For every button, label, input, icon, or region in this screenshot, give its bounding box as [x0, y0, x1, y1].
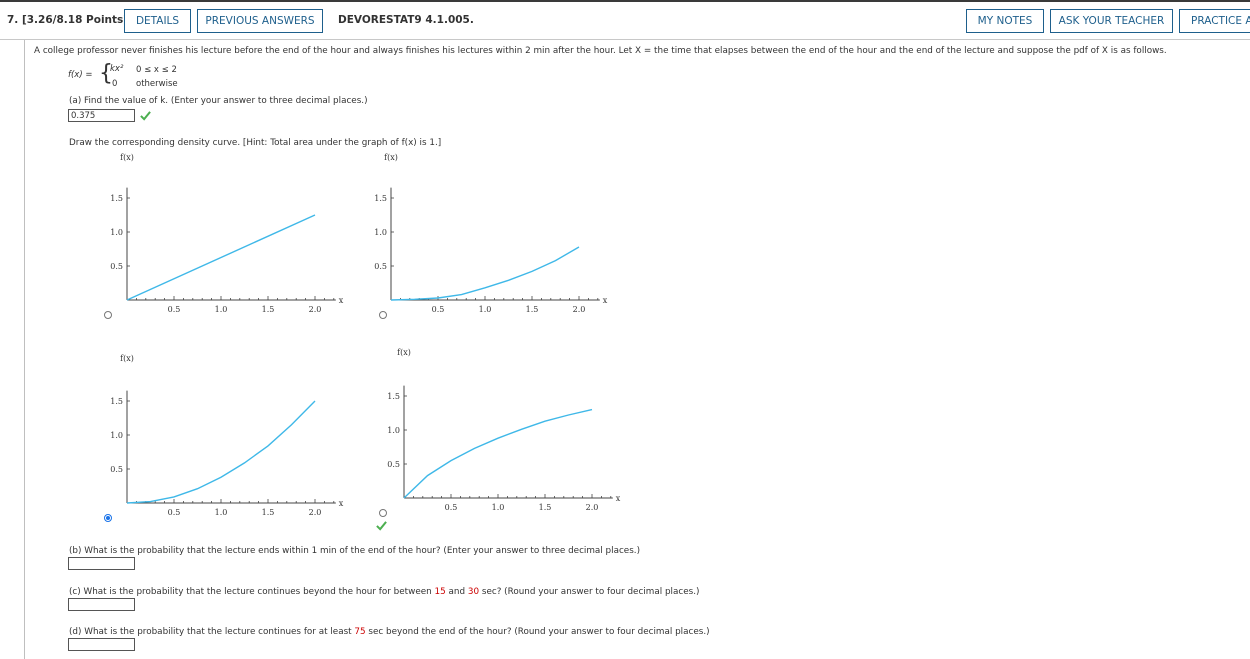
- y-tick-label: 1.0: [387, 426, 400, 435]
- x-tick-label: 0.5: [445, 503, 458, 512]
- x-tick-label: 1.0: [215, 508, 228, 517]
- question-header: 7. [3.26/8.18 Points] DETAILS PREVIOUS A…: [0, 2, 1250, 40]
- problem-code: DEVORESTAT9 4.1.005.: [338, 14, 474, 26]
- case1-expression: kx²: [110, 64, 124, 74]
- part-b-question: (b) What is the probability that the lec…: [69, 546, 641, 556]
- x-axis-label: x: [616, 494, 621, 503]
- density-graph-option-4: 0.5 1.0 1.5 2.0 0.5 1.0 1.5 x f(x): [387, 348, 621, 512]
- y-axis-label: f(x): [397, 348, 411, 357]
- part-d-text-post: sec beyond the end of the hour? (Round y…: [365, 627, 710, 637]
- left-rule: [24, 40, 25, 659]
- x-tick-label: 2.0: [309, 508, 322, 517]
- y-tick-label: 0.5: [110, 262, 123, 271]
- correct-check-icon: [140, 111, 151, 121]
- part-a-answer-input[interactable]: 0.375: [68, 109, 135, 122]
- density-graph-option-1: 0.5 1.0 1.5 2.0 0.5 1.0 1.5 x f(x): [110, 153, 344, 314]
- part-a-question: (a) Find the value of k. (Enter your ans…: [69, 96, 368, 106]
- x-tick-label: 1.5: [526, 305, 539, 314]
- part-d-value-75: 75: [354, 627, 366, 637]
- practice-button[interactable]: PRACTICE A: [1179, 9, 1250, 33]
- x-tick-label: 1.5: [262, 508, 275, 517]
- part-c-text-post: sec? (Round your answer to four decimal …: [479, 587, 700, 597]
- x-tick-label: 0.5: [432, 305, 445, 314]
- y-axis-label: f(x): [384, 153, 398, 162]
- part-d-answer-input[interactable]: [68, 638, 135, 651]
- y-axis-label: f(x): [120, 354, 134, 363]
- y-tick-label: 0.5: [110, 465, 123, 474]
- ask-teacher-button[interactable]: ASK YOUR TEACHER: [1050, 9, 1173, 33]
- part-c-value-30: 30: [467, 587, 480, 597]
- x-axis-label: x: [603, 296, 608, 305]
- pdf-label: f(x) =: [68, 70, 93, 80]
- density-curve: [126, 400, 316, 504]
- details-button[interactable]: DETAILS: [124, 9, 191, 33]
- case2-condition: otherwise: [136, 79, 178, 89]
- density-curve: [126, 214, 316, 301]
- x-tick-label: 0.5: [168, 305, 181, 314]
- part-b-answer-input[interactable]: [68, 557, 135, 570]
- x-tick-label: 1.5: [262, 305, 275, 314]
- x-tick-label: 0.5: [168, 508, 181, 517]
- y-tick-label: 1.0: [110, 228, 123, 237]
- graph-correct-check-icon: [376, 521, 387, 531]
- part-c-value-15: 15: [434, 587, 446, 597]
- part-c-text-pre: (c) What is the probability that the lec…: [69, 587, 435, 597]
- density-graph-option-2: 0.5 1.0 1.5 2.0 0.5 1.0 1.5 x f(x): [374, 153, 608, 314]
- y-tick-label: 1.0: [374, 228, 387, 237]
- part-d-question: (d) What is the probability that the lec…: [69, 627, 710, 637]
- y-tick-label: 1.5: [387, 392, 400, 401]
- x-tick-label: 2.0: [309, 305, 322, 314]
- x-tick-label: 2.0: [573, 305, 586, 314]
- x-tick-label: 2.0: [586, 503, 599, 512]
- part-c-answer-input[interactable]: [68, 598, 135, 611]
- graph-option-2-radio[interactable]: [379, 311, 387, 319]
- density-graph-option-3: 0.5 1.0 1.5 2.0 0.5 1.0 1.5 x f(x): [110, 354, 344, 517]
- x-axis-label: x: [339, 499, 344, 508]
- part-c-question: (c) What is the probability that the lec…: [69, 587, 699, 597]
- part-d-text-pre: (d) What is the probability that the lec…: [69, 627, 355, 637]
- part-c-text-mid: and: [445, 587, 468, 597]
- density-curve: [390, 246, 580, 301]
- case1-condition: 0 ≤ x ≤ 2: [136, 65, 177, 75]
- my-notes-button[interactable]: MY NOTES: [966, 9, 1044, 33]
- x-axis-label: x: [339, 296, 344, 305]
- x-tick-label: 1.0: [492, 503, 505, 512]
- y-tick-label: 1.0: [110, 431, 123, 440]
- x-tick-label: 1.0: [479, 305, 492, 314]
- density-curve: [403, 408, 593, 499]
- case2-expression: 0: [112, 79, 118, 89]
- previous-answers-button[interactable]: PREVIOUS ANSWERS: [197, 9, 323, 33]
- draw-instruction: Draw the corresponding density curve. [H…: [69, 138, 442, 148]
- y-tick-label: 1.5: [374, 194, 387, 203]
- y-axis-label: f(x): [120, 153, 134, 162]
- y-tick-label: 1.5: [110, 194, 123, 203]
- y-tick-label: 1.5: [110, 397, 123, 406]
- problem-statement: A college professor never finishes his l…: [34, 46, 1167, 56]
- graph-option-4-radio[interactable]: [379, 509, 387, 517]
- question-number: 7. [3.26/8.18 Points]: [7, 14, 129, 26]
- x-tick-label: 1.5: [539, 503, 552, 512]
- y-tick-label: 0.5: [387, 460, 400, 469]
- graph-option-3-radio[interactable]: [104, 514, 112, 522]
- x-tick-label: 1.0: [215, 305, 228, 314]
- y-tick-label: 0.5: [374, 262, 387, 271]
- graph-option-1-radio[interactable]: [104, 311, 112, 319]
